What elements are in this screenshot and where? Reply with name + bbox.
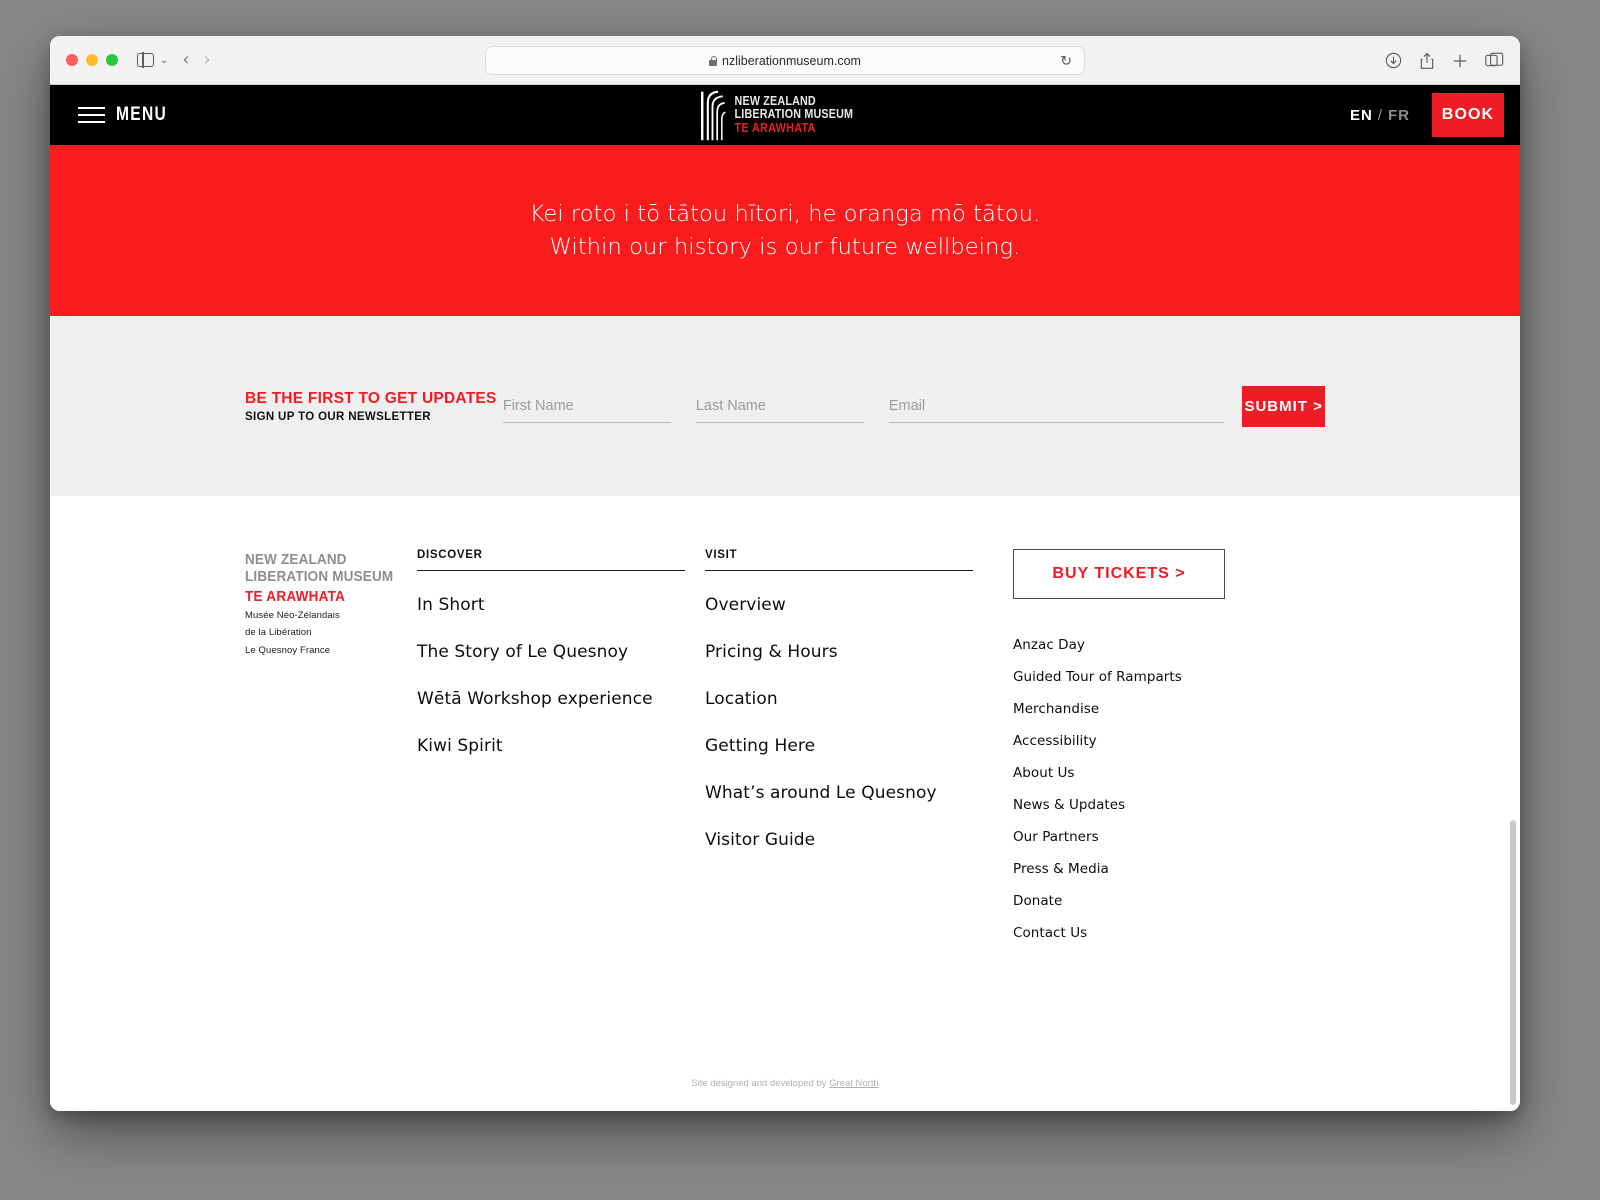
site-footer: NEW ZEALAND LIBERATION MUSEUM TE ARAWHAT… — [50, 496, 1520, 1111]
footer-logo-line-1: NEW ZEALAND — [245, 551, 347, 568]
footer-column-actions: BUY TICKETS > Anzac Day Guided Tour of R… — [1013, 549, 1243, 957]
te-arawhata-mark-icon — [697, 89, 726, 141]
credit-link[interactable]: Great North — [829, 1078, 879, 1089]
address-bar[interactable]: nzliberationmuseum.com ↻ — [485, 46, 1085, 75]
plus-icon[interactable] — [1452, 53, 1468, 69]
list-item[interactable]: Anzac Day — [1013, 637, 1243, 653]
visit-links: Overview Pricing & Hours Location Gettin… — [705, 595, 995, 850]
sidebar-icon[interactable] — [132, 47, 158, 73]
email-input[interactable] — [888, 389, 1225, 423]
lock-icon — [709, 55, 718, 66]
chevron-down-icon[interactable]: ⌄ — [160, 55, 168, 66]
list-item[interactable]: What’s around Le Quesnoy — [705, 783, 995, 803]
last-name-input[interactable] — [695, 389, 864, 423]
hero-line-english: Within our history is our future wellbei… — [549, 233, 1021, 260]
lang-en[interactable]: EN — [1350, 107, 1373, 124]
maximize-window-button[interactable] — [106, 54, 118, 66]
hero-banner: Kei roto i tō tātou hītori, he oranga mō… — [50, 145, 1520, 316]
footer-logo-fr-2: de la Libération — [245, 627, 312, 639]
list-item[interactable]: Our Partners — [1013, 829, 1243, 845]
list-item[interactable]: Accessibility — [1013, 733, 1243, 749]
list-item[interactable]: Overview — [705, 595, 995, 615]
list-item[interactable]: About Us — [1013, 765, 1243, 781]
forward-icon[interactable]: › — [204, 51, 211, 69]
discover-heading: DISCOVER — [417, 549, 685, 571]
hero-line-maori: Kei roto i tō tātou hītori, he oranga mō… — [529, 200, 1041, 227]
list-item[interactable]: Donate — [1013, 893, 1243, 909]
list-item[interactable]: Guided Tour of Ramparts — [1013, 669, 1243, 685]
first-name-input[interactable] — [502, 389, 671, 423]
list-item[interactable]: Getting Here — [705, 736, 995, 756]
browser-window: ⌄ ‹ › nzliberationmuseum.com ↻ MENU NEW … — [50, 36, 1520, 1111]
hamburger-icon — [78, 106, 105, 124]
list-item[interactable]: The Story of Le Quesnoy — [417, 642, 705, 662]
download-icon[interactable] — [1385, 52, 1402, 69]
lang-separator: / — [1377, 106, 1383, 124]
list-item[interactable]: Wētā Workshop experience — [417, 689, 705, 709]
menu-button[interactable]: MENU — [78, 104, 178, 126]
site-logo[interactable]: NEW ZEALAND LIBERATION MUSEUM TE ARAWHAT… — [697, 85, 873, 145]
close-window-button[interactable] — [66, 54, 78, 66]
browser-chrome: ⌄ ‹ › nzliberationmuseum.com ↻ — [50, 36, 1520, 85]
tabs-icon[interactable] — [1485, 52, 1504, 69]
language-switcher[interactable]: EN / FR — [1350, 107, 1410, 124]
submit-button[interactable]: SUBMIT > — [1242, 385, 1326, 427]
list-item[interactable]: Visitor Guide — [705, 830, 995, 850]
visit-heading: VISIT — [705, 549, 973, 571]
book-button[interactable]: BOOK — [1432, 93, 1504, 137]
footer-quick-links: Anzac Day Guided Tour of Ramparts Mercha… — [1013, 637, 1243, 941]
footer-logo-line-2: LIBERATION MUSEUM — [245, 567, 394, 585]
screen: ⌄ ‹ › nzliberationmuseum.com ↻ MENU NEW … — [0, 0, 1600, 1200]
footer-column-discover: DISCOVER In Short The Story of Le Quesno… — [417, 549, 705, 957]
list-item[interactable]: Contact Us — [1013, 925, 1243, 941]
url-text: nzliberationmuseum.com — [722, 53, 861, 68]
list-item[interactable]: Merchandise — [1013, 701, 1243, 717]
page-content: MENU NEW ZEALAND LIBERATION MUSEUM TE AR… — [50, 85, 1520, 1111]
minimize-window-button[interactable] — [86, 54, 98, 66]
credit-text: Site designed and developed by — [691, 1078, 830, 1089]
brand-line-2: LIBERATION MUSEUM — [734, 107, 854, 121]
credit-line: Site designed and developed by Great Nor… — [50, 1078, 1520, 1089]
newsletter-heading: BE THE FIRST TO GET UPDATES SIGN UP TO O… — [245, 390, 503, 423]
reload-icon[interactable]: ↻ — [1060, 52, 1072, 69]
footer-logo-fr-1: Musée Néo-Zélandais — [245, 609, 340, 621]
list-item[interactable]: Location — [705, 689, 995, 709]
brand-line-3: TE ARAWHATA — [734, 121, 816, 135]
page-scrollbar[interactable] — [1510, 820, 1516, 1105]
lang-fr[interactable]: FR — [1388, 107, 1410, 124]
footer-logo-fr-3: Le Quesnoy France — [245, 644, 331, 656]
discover-links: In Short The Story of Le Quesnoy Wētā Wo… — [417, 595, 705, 756]
list-item[interactable]: Kiwi Spirit — [417, 736, 705, 756]
back-icon[interactable]: ‹ — [182, 51, 189, 69]
newsletter-title: BE THE FIRST TO GET UPDATES — [245, 389, 497, 407]
footer-column-visit: VISIT Overview Pricing & Hours Location … — [705, 549, 995, 957]
footer-logo[interactable]: NEW ZEALAND LIBERATION MUSEUM TE ARAWHAT… — [245, 549, 417, 957]
list-item[interactable]: In Short — [417, 595, 705, 615]
footer-logo-line-3: TE ARAWHATA — [245, 587, 346, 605]
newsletter-subtitle: SIGN UP TO OUR NEWSLETTER — [245, 410, 431, 423]
list-item[interactable]: Press & Media — [1013, 861, 1243, 877]
buy-tickets-button[interactable]: BUY TICKETS > — [1013, 549, 1225, 599]
window-controls — [66, 54, 118, 66]
newsletter-section: BE THE FIRST TO GET UPDATES SIGN UP TO O… — [50, 316, 1520, 496]
list-item[interactable]: Pricing & Hours — [705, 642, 995, 662]
menu-label: MENU — [116, 104, 168, 125]
list-item[interactable]: News & Updates — [1013, 797, 1243, 813]
share-icon[interactable] — [1419, 52, 1435, 70]
site-header: MENU NEW ZEALAND LIBERATION MUSEUM TE AR… — [50, 85, 1520, 145]
